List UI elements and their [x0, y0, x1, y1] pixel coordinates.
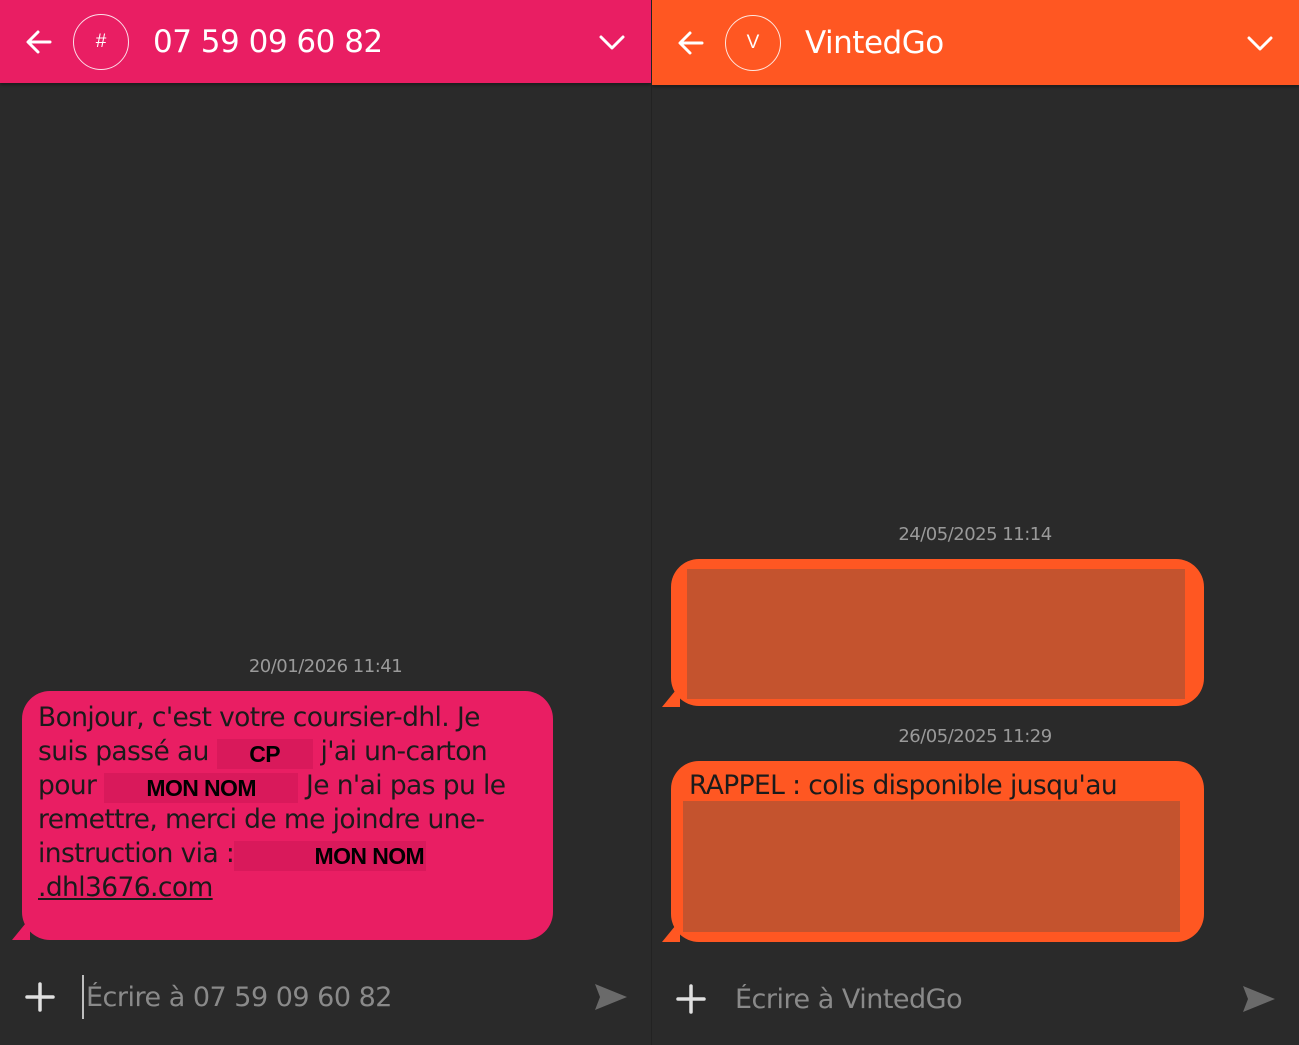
contact-name: 07 59 09 60 82: [153, 23, 383, 60]
message-timestamp: 26/05/2025 11:29: [898, 726, 1052, 747]
send-button[interactable]: [1241, 981, 1277, 1017]
message-timestamp: 20/01/2026 11:41: [248, 656, 403, 677]
redacted-postal-code: CP: [216, 738, 313, 769]
send-icon: [595, 984, 627, 1010]
chevron-down-icon: [599, 35, 625, 49]
attach-button[interactable]: [22, 979, 58, 1015]
redacted-message-content: [683, 801, 1180, 932]
message-link[interactable]: .dhl3676.com: [38, 872, 213, 903]
message-text: Bonjour, c'est votre coursier-dhl. Je su…: [38, 701, 537, 904]
header-menu-button[interactable]: [595, 25, 629, 59]
chevron-down-icon: [1247, 36, 1273, 50]
message-input[interactable]: [735, 977, 1215, 1021]
back-button[interactable]: [22, 25, 56, 59]
contact-avatar[interactable]: V: [725, 14, 781, 71]
redacted-message-content: [687, 569, 1185, 699]
arrow-left-icon: [26, 30, 52, 53]
attach-button[interactable]: [673, 981, 709, 1017]
arrow-left-icon: [678, 31, 704, 54]
conversation-header: V VintedGo: [652, 0, 1299, 85]
send-icon: [1243, 986, 1275, 1012]
redacted-name: MON NOM: [104, 772, 299, 803]
conversation-header: # 07 59 09 60 82: [0, 0, 651, 83]
message-bubble[interactable]: Bonjour, c'est votre coursier-dhl. Je su…: [22, 691, 553, 940]
message-bubble[interactable]: [671, 559, 1204, 706]
plus-icon: [25, 982, 55, 1012]
message-text: RAPPEL : colis disponible jusqu'au: [689, 770, 1118, 801]
redacted-name: MON NOM: [234, 840, 427, 871]
message-composer: [0, 962, 651, 1032]
plus-icon: [676, 984, 706, 1014]
message-input[interactable]: [82, 975, 562, 1019]
header-menu-button[interactable]: [1243, 26, 1277, 60]
contact-name: VintedGo: [805, 24, 944, 61]
message-bubble[interactable]: RAPPEL : colis disponible jusqu'au: [671, 761, 1204, 942]
back-button[interactable]: [674, 26, 708, 60]
conversation-panel-left: # 07 59 09 60 82 20/01/2026 11:41 Bonjou…: [0, 0, 651, 1045]
message-timestamp: 24/05/2025 11:14: [898, 524, 1052, 545]
message-composer: [651, 964, 1299, 1034]
contact-avatar[interactable]: #: [73, 13, 129, 70]
send-button[interactable]: [593, 979, 629, 1015]
